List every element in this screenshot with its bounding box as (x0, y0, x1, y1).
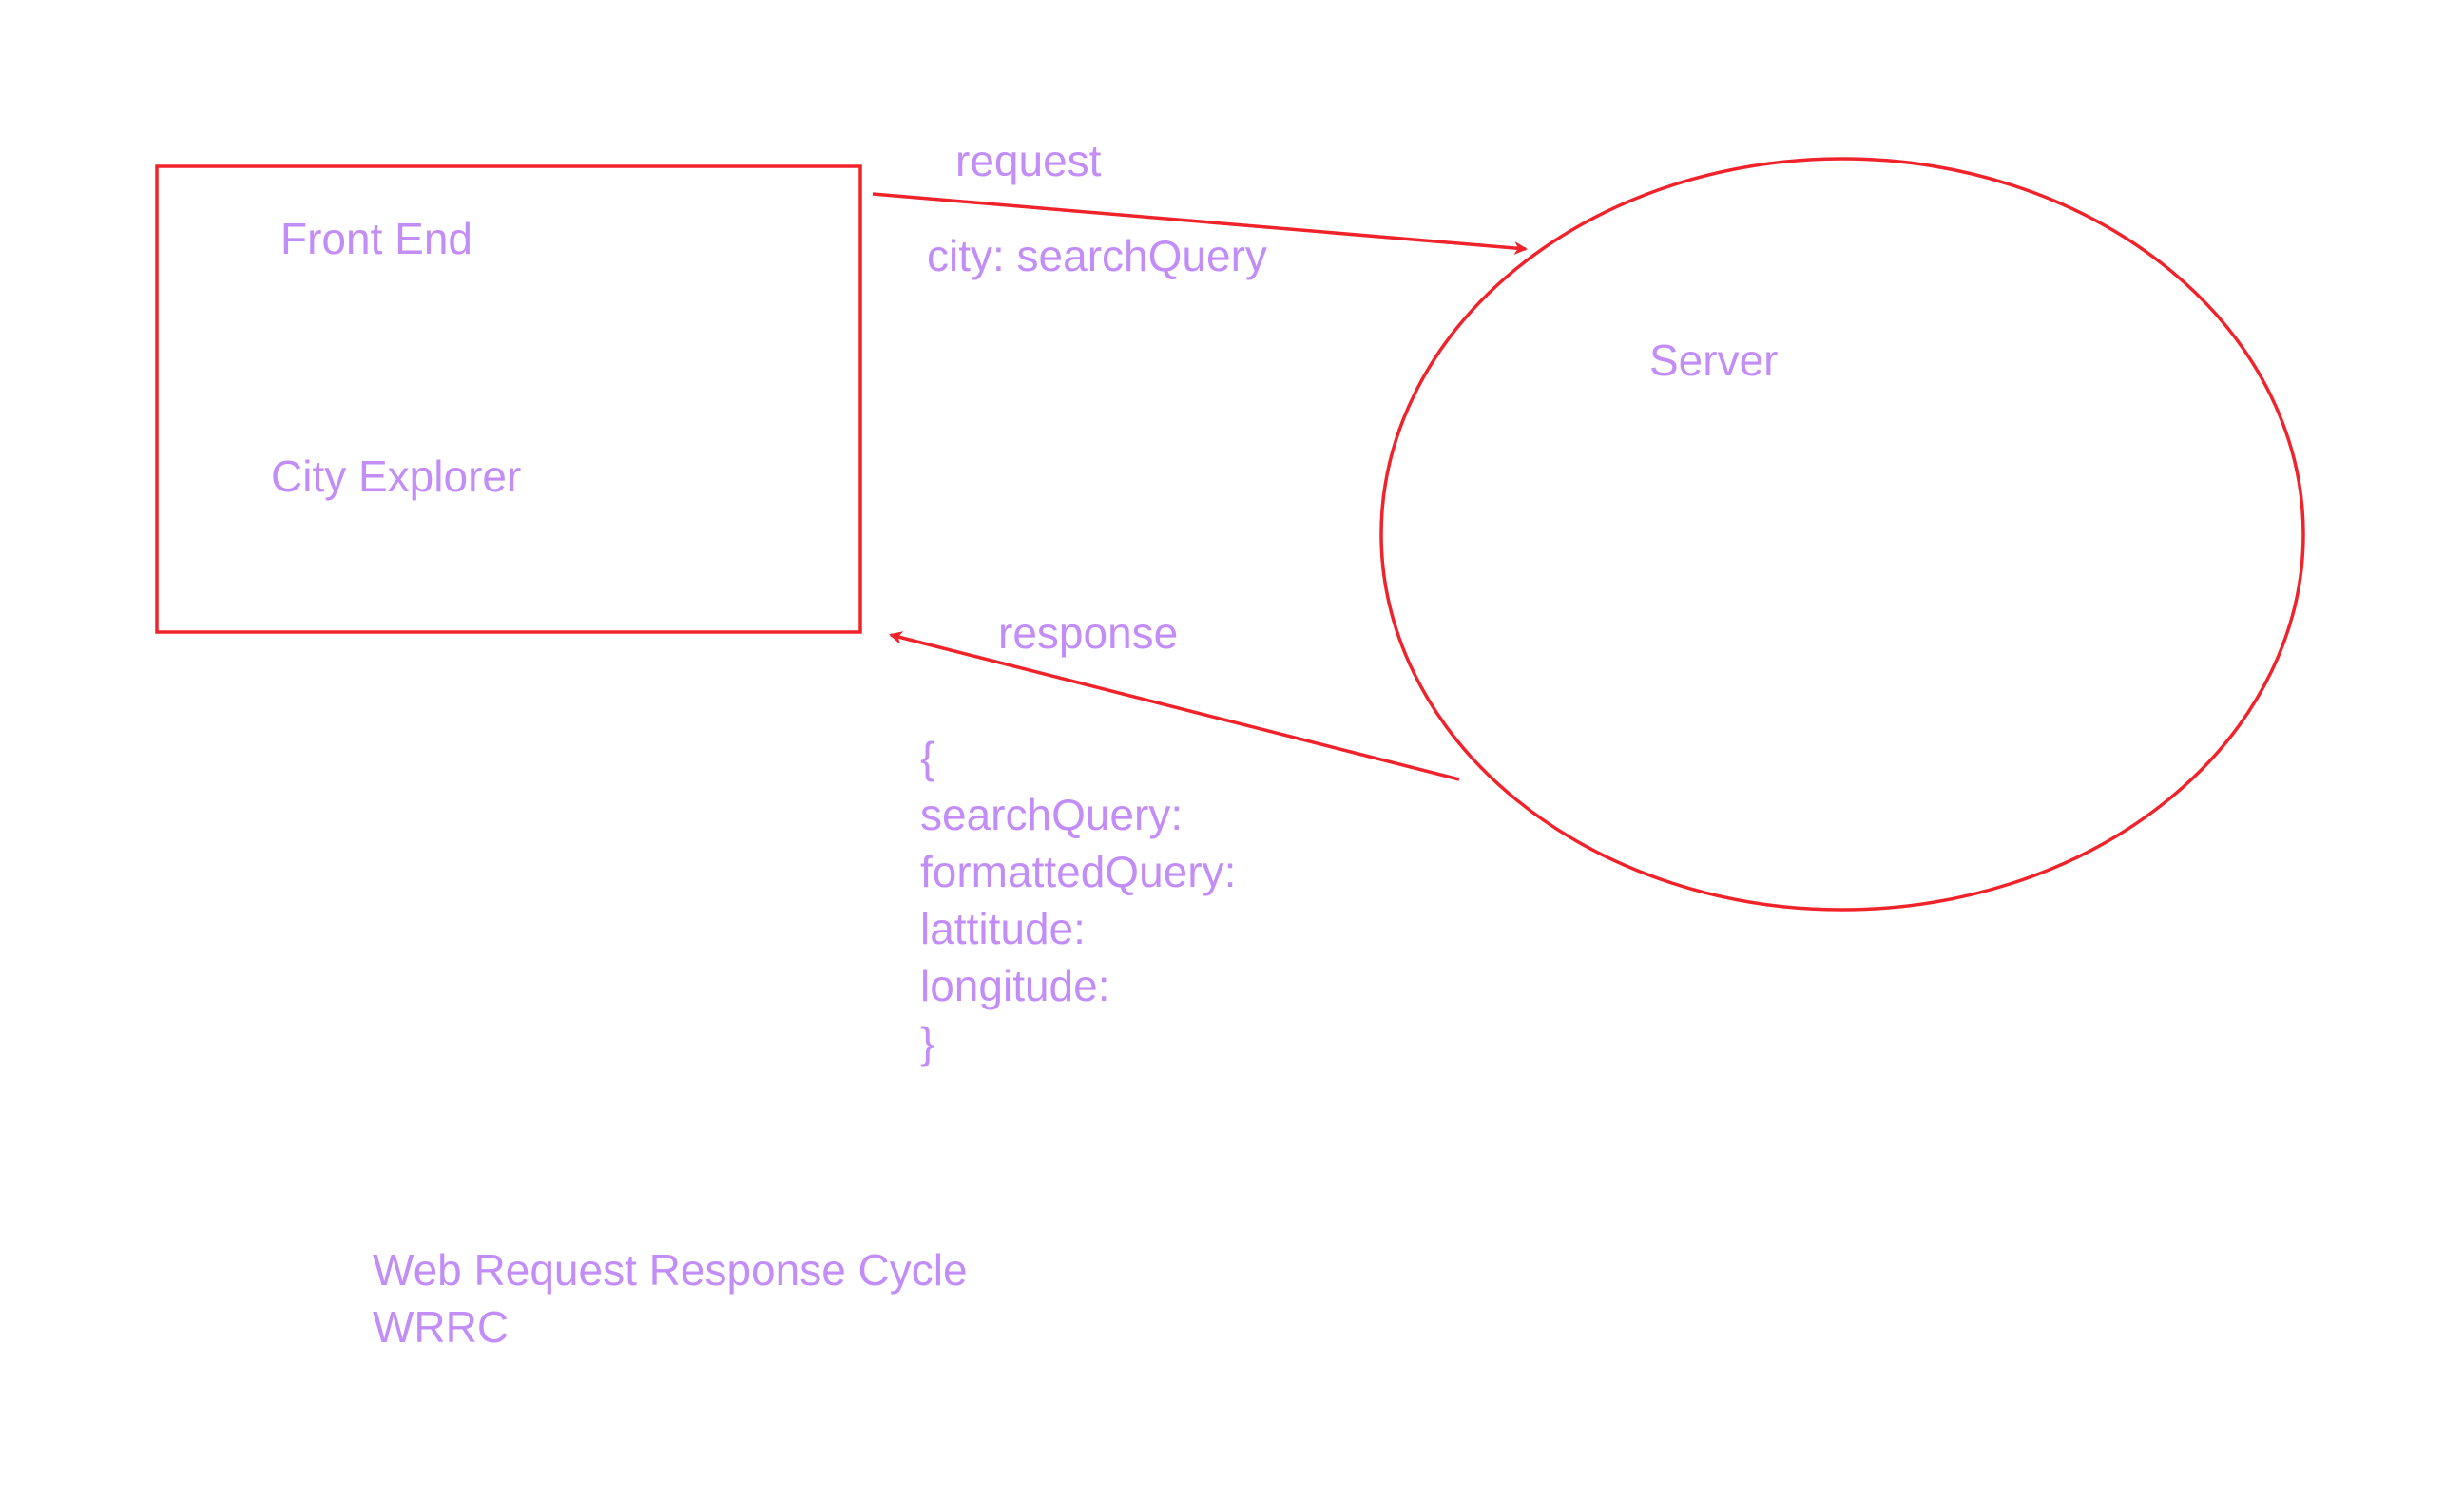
server-ellipse (1379, 157, 2305, 912)
response-body-line: lattitude: (920, 904, 1086, 953)
request-label: request (955, 136, 1102, 185)
front-end-title: Front End (280, 214, 472, 263)
caption-title: Web Request Response Cycle (373, 1245, 968, 1295)
response-label: response (998, 608, 1179, 658)
request-param-label: city: searchQuery (927, 231, 1267, 280)
response-body-line: formattedQuery: (920, 847, 1237, 896)
app-name-label: City Explorer (271, 451, 522, 501)
response-body-line: searchQuery: (920, 790, 1184, 839)
caption-abbreviation: WRRC (373, 1302, 510, 1352)
response-body: { searchQuery: formattedQuery: lattitude… (920, 730, 1236, 1070)
front-end-box (155, 164, 862, 634)
server-label: Server (1649, 336, 1779, 385)
response-body-line: { (920, 733, 935, 782)
response-body-line: longitude: (920, 961, 1110, 1010)
response-body-line: } (920, 1018, 935, 1067)
